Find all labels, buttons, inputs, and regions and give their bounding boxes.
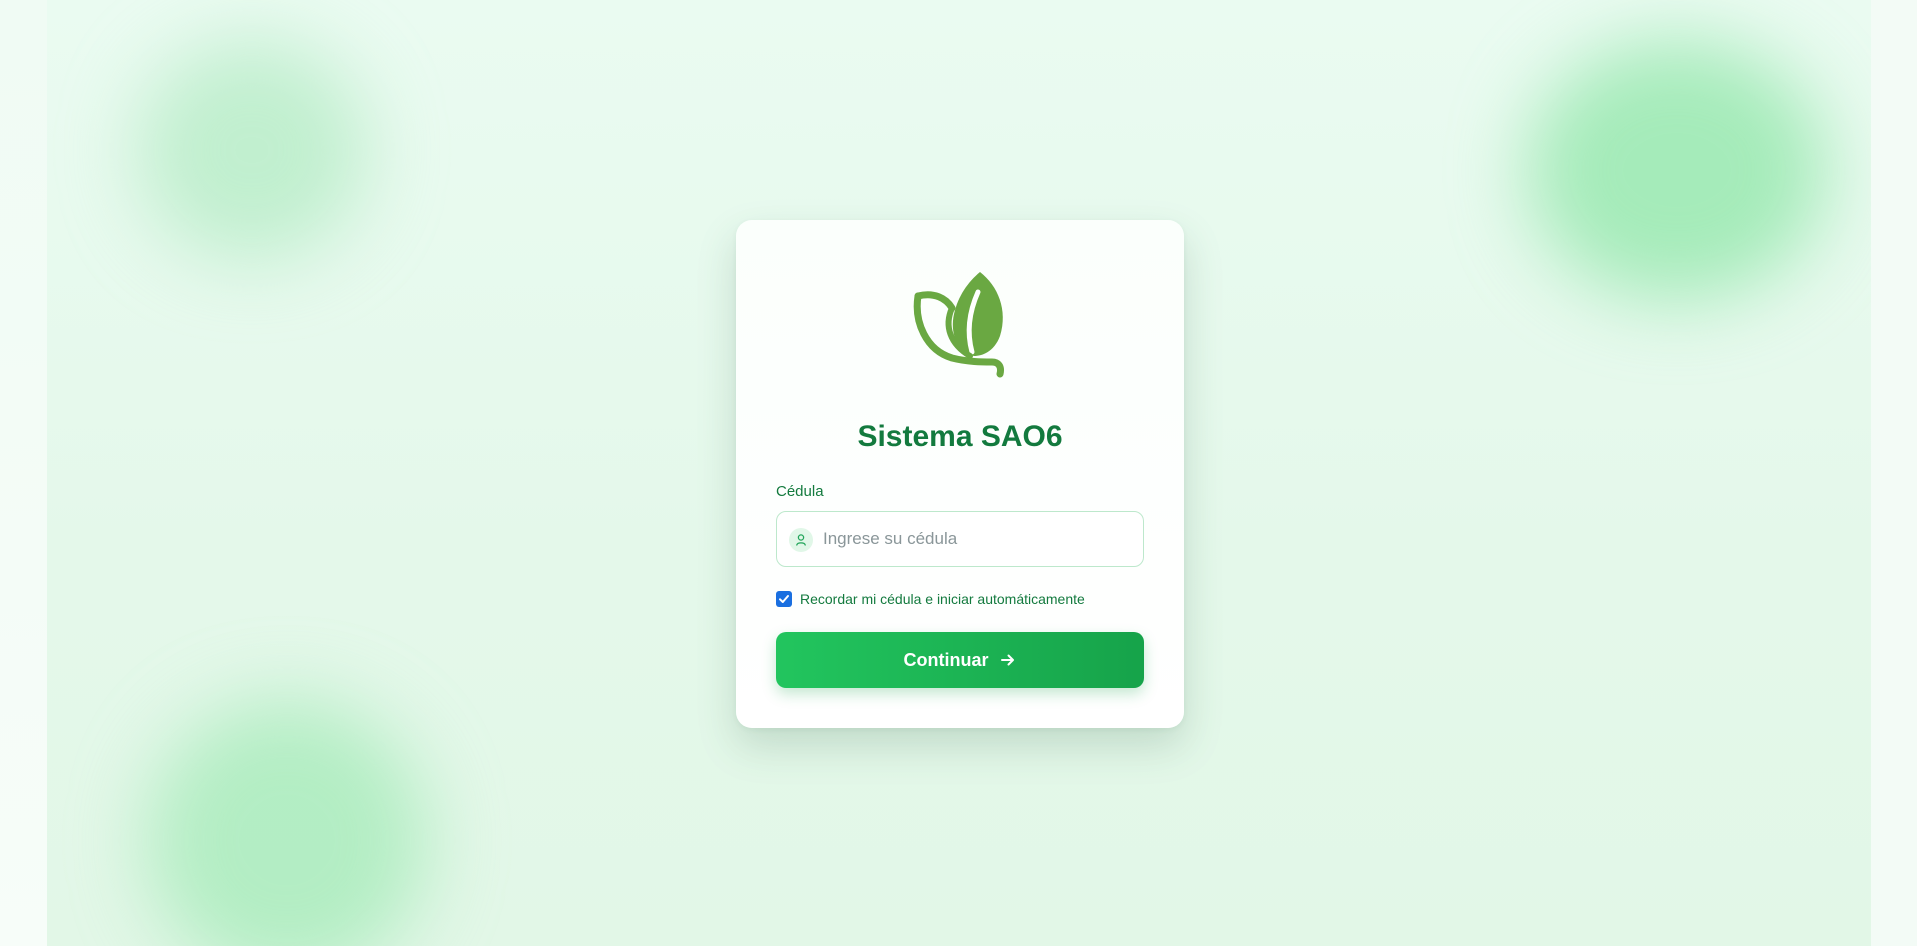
page-title: Sistema SAO6 xyxy=(857,420,1063,453)
user-icon xyxy=(789,528,813,552)
page-edge-right xyxy=(1871,0,1917,946)
cedula-input[interactable] xyxy=(823,512,1133,566)
remember-label[interactable]: Recordar mi cédula e iniciar automáticam… xyxy=(800,591,1085,607)
remember-option[interactable]: Recordar mi cédula e iniciar automáticam… xyxy=(776,591,1085,607)
continue-button-label: Continuar xyxy=(903,649,989,670)
page-edge-left xyxy=(0,0,47,946)
leaf-icon xyxy=(912,270,1012,380)
background-glow xyxy=(137,40,367,260)
cedula-field-label: Cédula xyxy=(776,483,824,500)
continue-button[interactable]: Continuar xyxy=(776,632,1144,688)
cedula-field[interactable] xyxy=(776,511,1144,567)
login-card: Sistema SAO6 Cédula Recordar mi cédula e… xyxy=(736,220,1184,728)
arrow-right-icon xyxy=(999,651,1017,669)
background-glow xyxy=(1527,40,1827,300)
check-icon xyxy=(779,595,789,603)
remember-checkbox[interactable] xyxy=(776,591,792,607)
background-glow xyxy=(147,700,427,946)
